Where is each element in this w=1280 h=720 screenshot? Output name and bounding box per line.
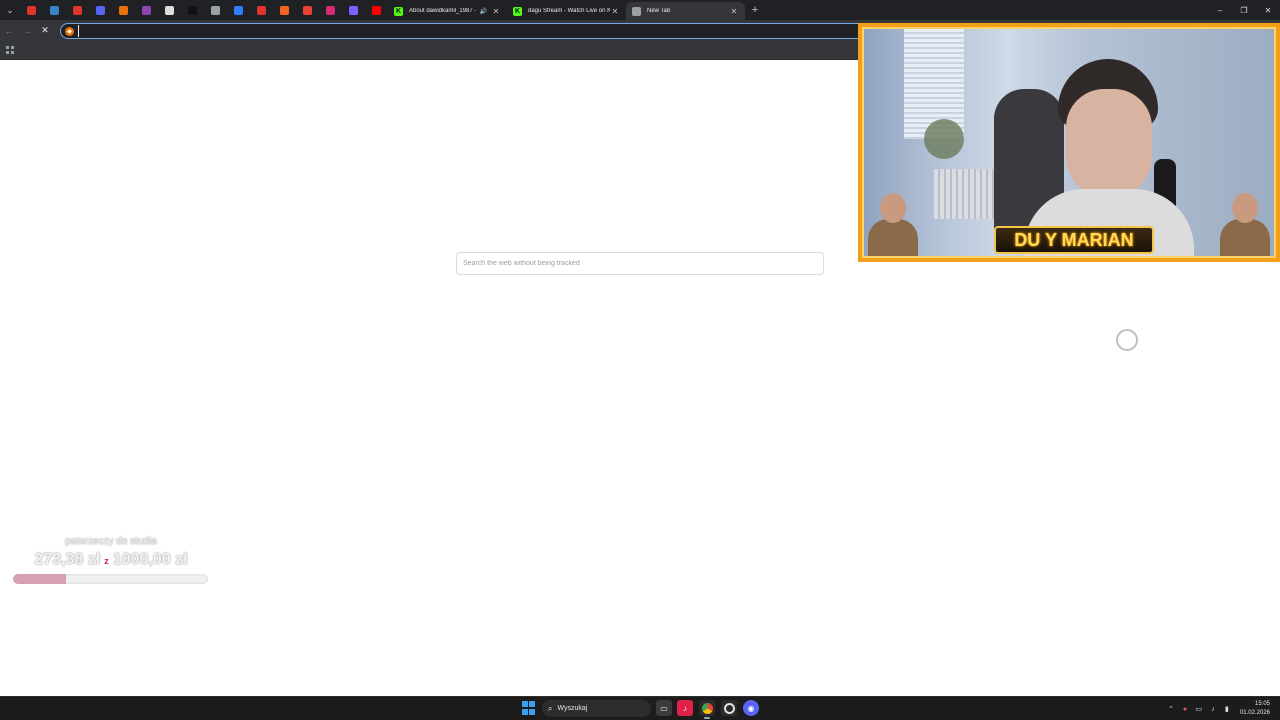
tab-title: dagu Stream - Watch Live on Ki: [528, 8, 610, 14]
blue-app-icon: [234, 5, 243, 15]
orange-app-icon: [119, 5, 128, 15]
close-icon: ✕: [41, 25, 49, 35]
chevron-up-icon[interactable]: ⌃: [1164, 705, 1178, 713]
tiktok-app-icon[interactable]: ♪: [677, 700, 693, 716]
tab-title: New Tab: [647, 8, 671, 14]
clock[interactable]: 15:05 01.02.2026: [1240, 700, 1270, 718]
instagram-icon: [326, 5, 335, 15]
window-controls: – ❐ ✕: [1208, 0, 1280, 20]
white-app-icon: [165, 5, 174, 15]
red-app-icon: [257, 5, 266, 15]
arrow-right-icon: →: [22, 25, 32, 36]
chrome-app-icon[interactable]: [699, 700, 715, 719]
tabs: K About dawidkamil_1987 - Y 🔊 ✕ Kdagu Stream…: [388, 0, 745, 20]
microphone-icon[interactable]: ●: [1178, 706, 1192, 713]
discord-app-icon[interactable]: ◉: [743, 700, 759, 716]
rss-icon: [280, 5, 289, 15]
battery-icon[interactable]: ▮: [1220, 705, 1234, 713]
tab-search-button[interactable]: ⌄: [0, 0, 20, 20]
donation-goal: patorzeczy do studia 273,38 zł z 1000,00 z…: [12, 536, 210, 584]
close-tab-button[interactable]: ✕: [610, 7, 620, 16]
pinned-tab[interactable]: [273, 0, 296, 20]
pinned-tab[interactable]: [342, 0, 365, 20]
goal-separator: z: [104, 556, 109, 566]
tiktok-icon: [188, 5, 197, 15]
minimize-button[interactable]: –: [1208, 0, 1232, 20]
kick-icon: K: [513, 6, 522, 16]
plus-icon: +: [751, 4, 759, 16]
tab-strip: ⌄ K About dawidkamil_1987 - Y 🔊 ✕ Kdagu Stre…: [0, 0, 1280, 20]
browser-tab[interactable]: K About dawidkamil_1987 - Y 🔊 ✕: [388, 2, 507, 20]
search-input[interactable]: [456, 252, 824, 275]
speaker-icon[interactable]: ♪: [1206, 706, 1220, 713]
system-tray: ⌃ ● ▭ ♪ ▮ 15:05 01.02.2026: [1164, 697, 1280, 720]
clock-date: 01.02.2026: [1239, 710, 1270, 716]
pinned-tabs: [20, 0, 388, 20]
goal-amounts: 273,38 zł z 1000,00 zł: [12, 551, 210, 569]
task-view-icon[interactable]: ▭: [656, 700, 672, 716]
pinned-tab[interactable]: [227, 0, 250, 20]
apps-grid-icon[interactable]: [6, 46, 14, 54]
stop-loading-button[interactable]: ✕: [36, 21, 54, 41]
purple-app-icon: [142, 5, 151, 15]
pinned-tab[interactable]: [43, 0, 66, 20]
close-tab-button[interactable]: ✕: [491, 7, 501, 16]
gmail-icon: [303, 5, 312, 15]
new-tab-icon: [632, 6, 641, 16]
close-window-button[interactable]: ✕: [1256, 0, 1280, 20]
purple-app-icon: [349, 5, 358, 15]
goal-progress-fill: [13, 574, 66, 584]
discord-icon: [96, 5, 105, 15]
pinned-tab[interactable]: [135, 0, 158, 20]
search-icon: ⌕: [548, 703, 553, 713]
forward-button[interactable]: →: [18, 21, 36, 41]
red-app-icon: [27, 5, 36, 15]
muted-icon: [211, 5, 220, 15]
goal-title: patorzeczy do studia: [65, 536, 157, 547]
taskbar-search[interactable]: ⌕ Wyszukaj: [542, 700, 651, 717]
chevron-down-icon: ⌄: [6, 4, 14, 15]
pinned-tab[interactable]: [250, 0, 273, 20]
browser-tab[interactable]: Kdagu Stream - Watch Live on Ki ✕: [507, 2, 626, 20]
red-app-icon: [73, 5, 82, 15]
browser-tab[interactable]: New Tab ✕: [626, 2, 745, 20]
pinned-tab[interactable]: [158, 0, 181, 20]
tab-title: About dawidkamil_1987 - Y: [409, 8, 476, 14]
speaker-icon[interactable]: 🔊: [480, 8, 487, 15]
pinned-tab[interactable]: [204, 0, 227, 20]
taskbar-search-label: Wyszukaj: [557, 705, 588, 712]
network-icon[interactable]: ▭: [1192, 705, 1206, 713]
pinned-tab[interactable]: [319, 0, 342, 20]
new-tab-button[interactable]: +: [745, 0, 765, 20]
obs-app-icon[interactable]: [721, 700, 737, 716]
pinned-tab[interactable]: [112, 0, 135, 20]
brave-icon: ◆: [65, 26, 74, 36]
screen: ⌄ K About dawidkamil_1987 - Y 🔊 ✕ Kdagu Stre…: [0, 0, 1280, 720]
goal-target: 1000,00 zł: [112, 551, 188, 568]
pinned-tab[interactable]: [296, 0, 319, 20]
address-input[interactable]: [78, 25, 778, 37]
webcam-frame: [858, 23, 1280, 262]
goal-current: 273,38 zł: [34, 551, 101, 568]
close-tab-button[interactable]: ✕: [729, 7, 739, 16]
youtube-icon: [372, 5, 381, 15]
pinned-tab[interactable]: [181, 0, 204, 20]
pinned-tab[interactable]: [20, 0, 43, 20]
pinned-tab[interactable]: [365, 0, 388, 20]
goal-progress-bar: [13, 574, 208, 584]
arrow-left-icon: ←: [4, 25, 14, 36]
start-button[interactable]: [522, 701, 536, 715]
clock-time: 15:05: [1254, 701, 1270, 707]
pinned-tab[interactable]: [66, 0, 89, 20]
pinned-tab[interactable]: [89, 0, 112, 20]
maximize-button[interactable]: ❐: [1232, 0, 1256, 20]
blue-app-icon: [50, 5, 59, 15]
webcam-overlay: DU Y MARIAN: [858, 23, 1280, 262]
taskbar: ⌕ Wyszukaj ▭ ♪ ◉ ⌃ ● ▭ ♪ ▮ 15:05 01.02.2…: [0, 696, 1280, 720]
loading-cursor-icon: [1116, 329, 1138, 351]
kick-icon: K: [394, 6, 403, 16]
back-button[interactable]: ←: [0, 21, 18, 41]
